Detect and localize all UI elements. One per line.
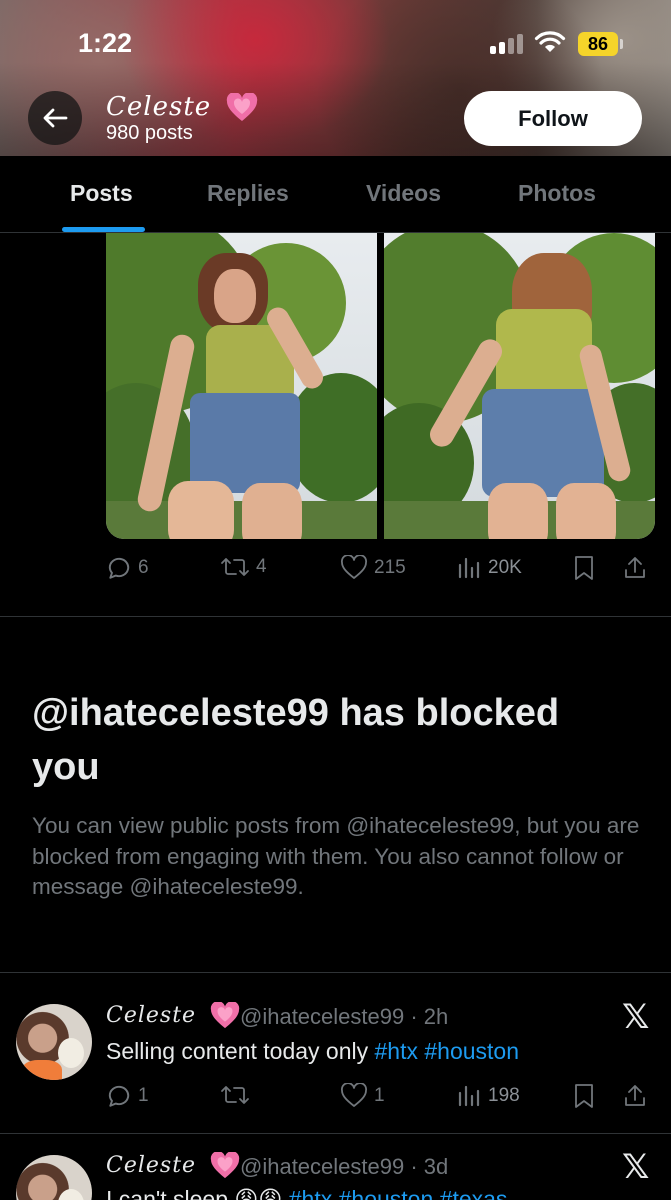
wifi-icon	[534, 30, 566, 59]
like-count: 215	[374, 557, 406, 578]
tweet-author-name-text: Celeste	[106, 1153, 197, 1178]
avatar[interactable]	[16, 1155, 92, 1200]
repost-icon	[221, 1086, 249, 1104]
tweet-text: Selling content today only #htx #houston	[106, 1038, 519, 1065]
tab-videos[interactable]: Videos	[366, 180, 441, 207]
reply-button[interactable]: 6	[106, 555, 149, 581]
tweet-body: Selling content today only	[106, 1038, 369, 1064]
post-media-grid[interactable]	[106, 233, 655, 539]
pink-heart-emoji	[210, 1002, 240, 1029]
post-actions: 6 4 215 20K	[106, 555, 655, 585]
tweet-handle-time[interactable]: @ihateceleste99 · 2h	[240, 1004, 448, 1030]
divider	[0, 616, 671, 617]
tweet-text: I can't sleep 😩😩 #htx #houston #texas	[106, 1186, 507, 1200]
views-button[interactable]: 20K	[456, 555, 522, 581]
tweet-author-name[interactable]: Celeste	[106, 1002, 240, 1030]
bookmark-icon	[575, 556, 593, 580]
post-photo-2[interactable]	[384, 233, 655, 539]
profile-name-text: Celeste	[106, 92, 212, 122]
battery-tip	[620, 39, 623, 49]
like-icon	[341, 555, 367, 579]
bookmark-icon	[575, 1084, 593, 1108]
x-logo-icon: 𝕏	[622, 1148, 650, 1186]
battery-indicator: 86	[578, 32, 618, 56]
follow-button[interactable]: Follow	[464, 91, 642, 146]
repost-button[interactable]	[220, 1083, 250, 1107]
post-photo-1[interactable]	[106, 233, 377, 539]
reply-count: 1	[138, 1085, 149, 1106]
tab-photos[interactable]: Photos	[518, 180, 596, 207]
share-icon	[625, 557, 645, 578]
reply-button[interactable]: 1	[106, 1083, 149, 1109]
repost-icon	[221, 558, 249, 576]
x-logo-icon: 𝕏	[622, 998, 650, 1036]
bookmark-button[interactable]	[573, 555, 595, 581]
profile-tabs: Posts Replies Videos Photos	[0, 156, 671, 233]
status-time: 1:22	[78, 28, 133, 58]
cellular-signal-icon	[490, 34, 524, 54]
share-button[interactable]	[623, 555, 647, 581]
views-button[interactable]: 198	[456, 1083, 520, 1109]
tweet-handle-time[interactable]: @ihateceleste99 · 3d	[240, 1154, 448, 1180]
views-icon	[458, 1085, 480, 1107]
bookmark-button[interactable]	[573, 1083, 595, 1109]
back-button[interactable]	[28, 91, 82, 145]
active-tab-indicator	[62, 227, 145, 232]
blocked-title: @ihateceleste99 has blocked you	[32, 692, 560, 788]
blocked-description: You can view public posts from @ihatecel…	[32, 813, 640, 899]
divider	[0, 1133, 671, 1134]
divider	[0, 972, 671, 973]
tweet-hashtags[interactable]: #htx #houston	[375, 1038, 520, 1064]
views-count: 198	[488, 1085, 520, 1106]
reply-count: 6	[138, 557, 149, 578]
profile-page: 1:22 86 Celeste 980 posts Follow Posts R…	[0, 0, 671, 1200]
tweet-author-name[interactable]: Celeste	[106, 1152, 240, 1180]
views-icon	[458, 557, 480, 579]
repost-button[interactable]: 4	[220, 555, 267, 579]
tweet-body: I can't sleep 😩😩	[106, 1186, 283, 1200]
tab-posts[interactable]: Posts	[70, 180, 133, 207]
post-count: 980 posts	[106, 122, 193, 144]
share-button[interactable]	[623, 1083, 647, 1109]
views-count: 20K	[488, 557, 522, 578]
pink-heart-emoji	[210, 1152, 240, 1179]
tweet-author-name-text: Celeste	[106, 1003, 197, 1028]
like-button[interactable]: 215	[340, 555, 406, 581]
like-icon	[341, 1083, 367, 1107]
tab-replies[interactable]: Replies	[207, 180, 289, 207]
like-button[interactable]: 1	[340, 1083, 385, 1109]
tweet-actions: 1 1 198	[106, 1083, 655, 1113]
profile-name: Celeste	[106, 92, 258, 123]
avatar[interactable]	[16, 1004, 92, 1080]
reply-icon	[108, 557, 130, 579]
like-count: 1	[374, 1085, 385, 1106]
repost-count: 4	[256, 556, 267, 577]
back-arrow-icon	[43, 108, 68, 128]
share-icon	[625, 1085, 645, 1106]
pink-heart-emoji	[227, 93, 258, 121]
reply-icon	[108, 1085, 130, 1107]
tweet-hashtags[interactable]: #htx #houston #texas	[289, 1186, 508, 1200]
